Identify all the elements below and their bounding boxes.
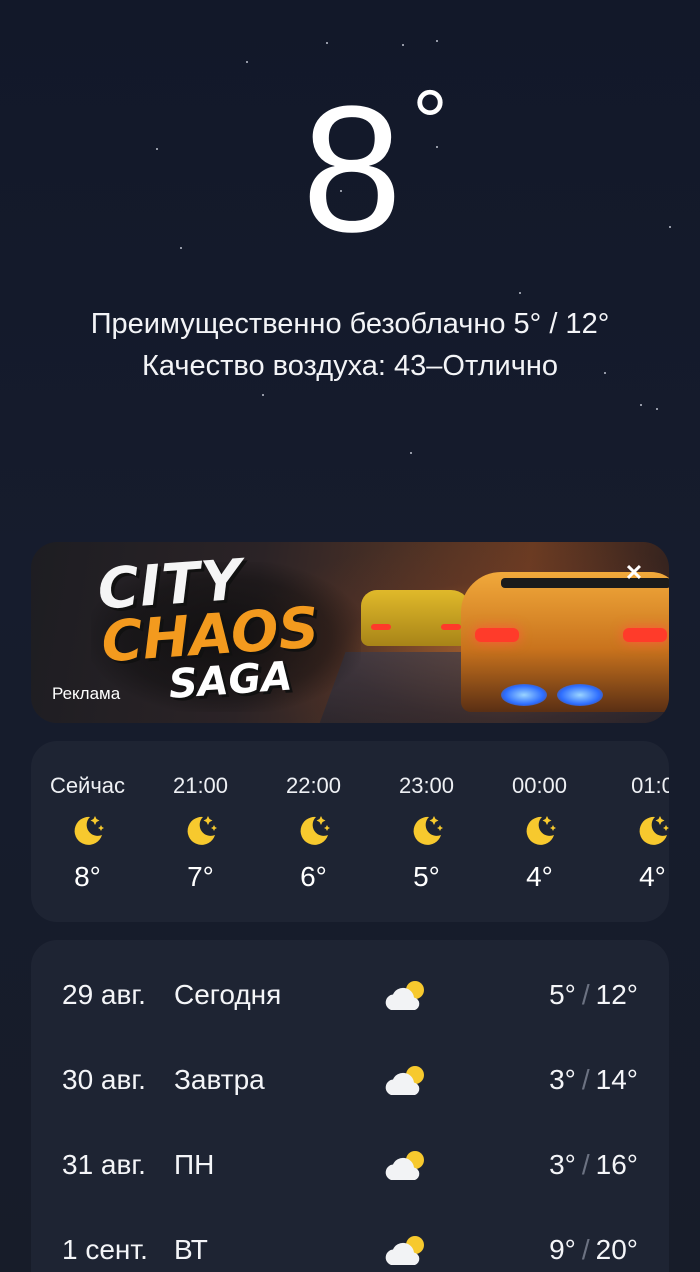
close-icon[interactable]: ✕	[623, 562, 645, 584]
hour-label: 22:00	[285, 773, 342, 798]
day-high: 20°	[595, 1234, 638, 1265]
day-date: 31 авг.	[62, 1149, 146, 1180]
hourly-item: 00:00 4°	[483, 741, 596, 922]
star	[246, 61, 248, 63]
hour-label: 23:00	[398, 773, 455, 798]
daily-forecast[interactable]: 29 авг. Сегодня 5°/12° 30 авг. Завтра 3°…	[31, 940, 669, 1272]
ad-label: Реклама	[52, 684, 121, 703]
day-date: 29 авг.	[62, 979, 146, 1010]
temp-separator: /	[581, 1149, 590, 1180]
moon-stars-icon	[639, 816, 669, 845]
day-name: Сегодня	[174, 979, 282, 1010]
partly-cloudy-icon	[385, 1066, 424, 1095]
hour-label: Сейчас	[49, 773, 126, 798]
star	[410, 452, 412, 454]
day-temps: 3°/14°	[549, 1063, 638, 1097]
day-date: 1 сент.	[62, 1234, 148, 1265]
day-temps: 3°/16°	[549, 1148, 638, 1182]
hour-temp: 4°	[526, 861, 553, 892]
temp-separator: /	[581, 1064, 590, 1095]
moon-stars-icon	[526, 816, 556, 845]
hour-temp: 4°	[639, 861, 666, 892]
hour-label: 00:00	[511, 773, 568, 798]
current-temperature: 8 °	[0, 69, 700, 270]
daily-row[interactable]: 30 авг. Завтра 3°/14°	[31, 1025, 669, 1111]
partly-cloudy-icon	[385, 981, 424, 1010]
daily-row[interactable]: 31 авг. ПН 3°/16°	[31, 1110, 669, 1196]
temperature-value: 8	[301, 69, 402, 270]
hour-temp: 7°	[187, 861, 214, 892]
daily-row[interactable]: 1 сент. ВТ 9°/20°	[31, 1195, 669, 1272]
temp-separator: /	[581, 979, 590, 1010]
day-low: 5°	[549, 979, 576, 1010]
hour-label: 21:00	[172, 773, 229, 798]
star	[656, 408, 658, 410]
daily-row[interactable]: 29 авг. Сегодня 5°/12°	[31, 940, 669, 1026]
ad-car-yellow	[361, 590, 471, 646]
day-high: 14°	[595, 1064, 638, 1095]
day-low: 9°	[549, 1234, 576, 1265]
day-temps: 5°/12°	[549, 978, 638, 1012]
star	[519, 292, 521, 294]
hour-label: 01:0	[631, 773, 669, 798]
hourly-item: 23:00 5°	[370, 741, 483, 922]
hourly-item: 01:0 4°	[596, 741, 669, 922]
hourly-item: 22:00 6°	[257, 741, 370, 922]
day-temps: 9°/20°	[549, 1233, 638, 1267]
weather-screen: 8 ° Преимущественно безоблачно 5° / 12° …	[0, 0, 700, 1272]
star	[402, 44, 404, 46]
ad-banner[interactable]: CITY CHAOS SAGA Реклама ✕	[31, 542, 669, 723]
hourly-forecast[interactable]: Сейчас 8° 21:00 7° 22:00 6° 23:00 5° 00:…	[31, 741, 669, 922]
hourly-item: 21:00 7°	[144, 741, 257, 922]
day-date: 30 авг.	[62, 1064, 146, 1095]
weather-summary: Преимущественно безоблачно 5° / 12°	[90, 308, 610, 340]
star	[436, 40, 438, 42]
hour-temp: 6°	[300, 861, 327, 892]
day-name: ВТ	[174, 1234, 208, 1265]
moon-stars-icon	[74, 816, 104, 845]
partly-cloudy-icon	[385, 1236, 424, 1265]
star	[262, 394, 264, 396]
temp-separator: /	[581, 1234, 590, 1265]
ad-logo: CITY CHAOS SAGA	[96, 548, 323, 710]
day-name: Завтра	[174, 1064, 265, 1095]
moon-stars-icon	[300, 816, 330, 845]
moon-stars-icon	[413, 816, 443, 845]
hourly-item: Сейчас 8°	[31, 741, 144, 922]
moon-stars-icon	[187, 816, 217, 845]
ad-car-orange	[461, 572, 669, 712]
degree-symbol: °	[412, 73, 448, 173]
star	[640, 404, 642, 406]
hour-temp: 8°	[74, 861, 101, 892]
day-high: 16°	[595, 1149, 638, 1180]
partly-cloudy-icon	[385, 1151, 424, 1180]
day-high: 12°	[595, 979, 638, 1010]
hour-temp: 5°	[413, 861, 440, 892]
day-low: 3°	[549, 1064, 576, 1095]
star	[326, 42, 328, 44]
day-low: 3°	[549, 1149, 576, 1180]
day-name: ПН	[174, 1149, 215, 1180]
air-quality[interactable]: Качество воздуха: 43–Отлично	[0, 346, 700, 386]
